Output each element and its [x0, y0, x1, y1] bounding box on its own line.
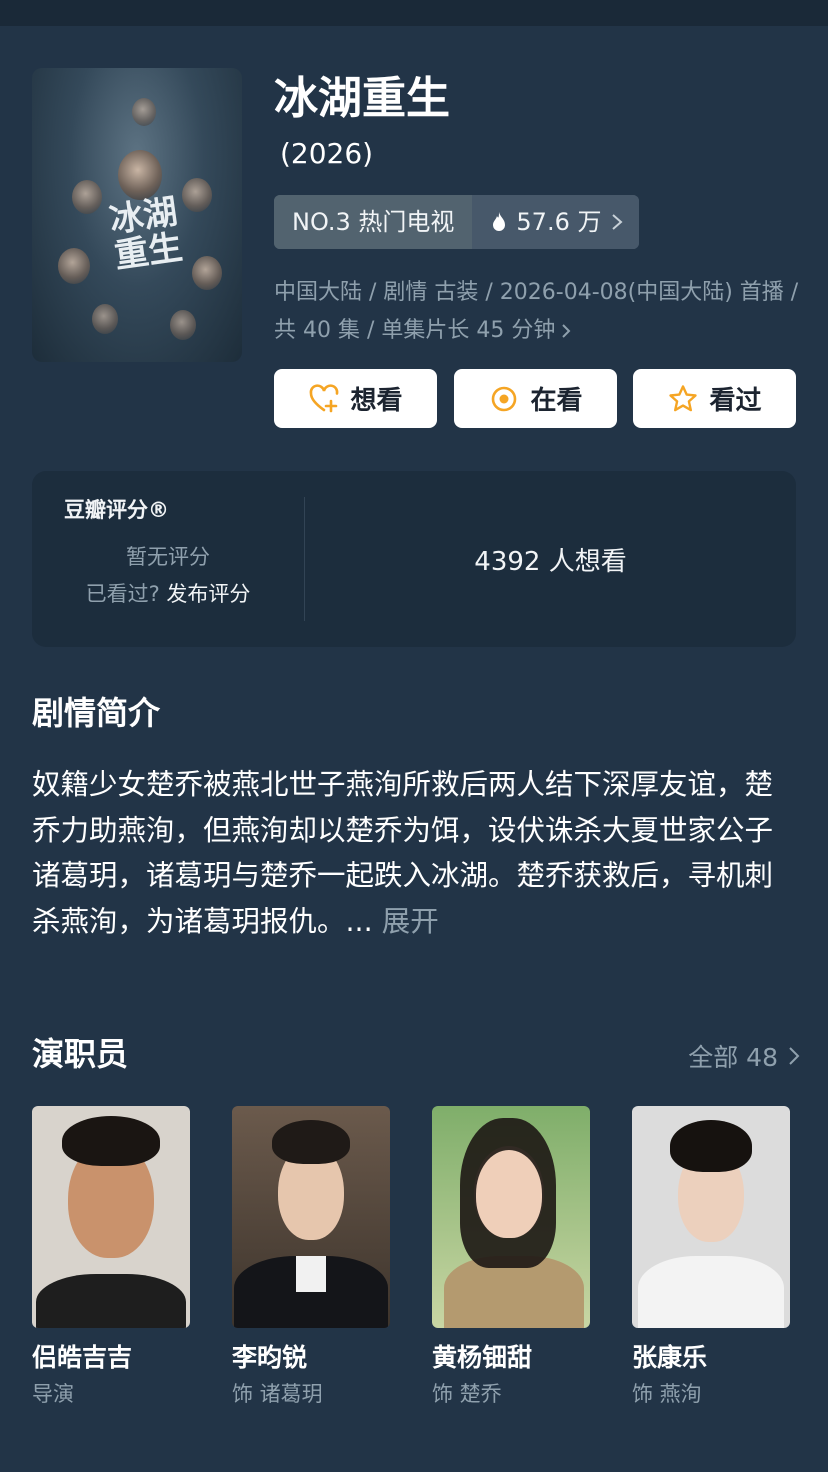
rating-status: 暂无评分: [126, 545, 210, 569]
want-count: 4392 人想看: [474, 547, 627, 577]
watched-label: 看过: [709, 386, 762, 416]
rate-prompt: 已看过? 发布评分: [32, 578, 304, 608]
poster-image[interactable]: 冰湖重生: [32, 68, 242, 362]
cast-role: 饰 楚乔: [432, 1382, 502, 1406]
cast-role: 导演: [32, 1382, 74, 1406]
chevron-right-icon: [789, 1047, 800, 1065]
avatar: [632, 1106, 790, 1328]
ranking-badge[interactable]: NO.3 热门电视 57.6 万: [274, 195, 640, 249]
seen-prompt: 已看过?: [85, 582, 160, 606]
poster-title-mark: 冰湖重生: [107, 191, 185, 277]
star-icon: [669, 384, 698, 411]
heat-value: 57.6 万: [516, 208, 602, 236]
synopsis-heading: 剧情简介: [32, 694, 161, 732]
avatar: [432, 1106, 590, 1328]
cast-heading: 演职员: [32, 1035, 129, 1073]
watched-button[interactable]: 看过: [633, 369, 796, 428]
cast-name: 李昀锐: [232, 1343, 308, 1372]
cast-all-link[interactable]: 全部 48: [688, 1038, 800, 1074]
target-icon: [492, 386, 517, 411]
status-bar: [0, 0, 828, 26]
cast-name: 张康乐: [632, 1343, 708, 1372]
heart-plus-icon: [310, 383, 339, 412]
cast-name: 侣皓吉吉: [32, 1343, 133, 1372]
cast-all-label: 全部 48: [688, 1043, 778, 1072]
watching-button[interactable]: 在看: [454, 369, 617, 428]
cast-name: 黄杨钿甜: [432, 1343, 533, 1372]
rating-title: 豆瓣评分®: [64, 498, 169, 522]
cast-card[interactable]: 张康乐 饰 燕洵: [632, 1106, 790, 1408]
page-title: 冰湖重生: [274, 73, 450, 124]
release-year: (2026): [280, 137, 374, 170]
rating-card: 豆瓣评分® 暂无评分 已看过? 发布评分 4392 人想看: [32, 471, 796, 647]
rank-label: NO.3 热门电视: [274, 195, 473, 249]
chevron-right-icon: [612, 214, 624, 230]
flame-icon: [493, 212, 506, 231]
avatar: [32, 1106, 190, 1328]
expand-link[interactable]: 展开: [382, 905, 439, 938]
chevron-right-icon: [562, 324, 571, 338]
cast-card[interactable]: 李昀锐 饰 诸葛玥: [232, 1106, 390, 1408]
watching-label: 在看: [530, 386, 583, 416]
synopsis-text: 奴籍少女楚乔被燕北世子燕洵所救后两人结下深厚友谊，楚乔力助燕洵，但燕洵却以楚乔为…: [32, 762, 798, 944]
cast-card[interactable]: 侣皓吉吉 导演: [32, 1106, 190, 1408]
cast-card[interactable]: 黄杨钿甜 饰 楚乔: [432, 1106, 590, 1408]
want-to-watch-button[interactable]: 想看: [274, 369, 437, 428]
movie-meta[interactable]: 中国大陆 / 剧情 古装 / 2026-04-08(中国大陆) 首播 / 共 4…: [274, 274, 802, 350]
cast-role: 饰 诸葛玥: [232, 1382, 323, 1406]
heat-indicator: 57.6 万: [472, 195, 640, 249]
meta-text: 中国大陆 / 剧情 古装 / 2026-04-08(中国大陆) 首播 / 共 4…: [274, 280, 799, 343]
rate-link[interactable]: 发布评分: [166, 582, 250, 606]
want-label: 想看: [350, 386, 403, 416]
cast-role: 饰 燕洵: [632, 1382, 702, 1406]
avatar: [232, 1106, 390, 1328]
